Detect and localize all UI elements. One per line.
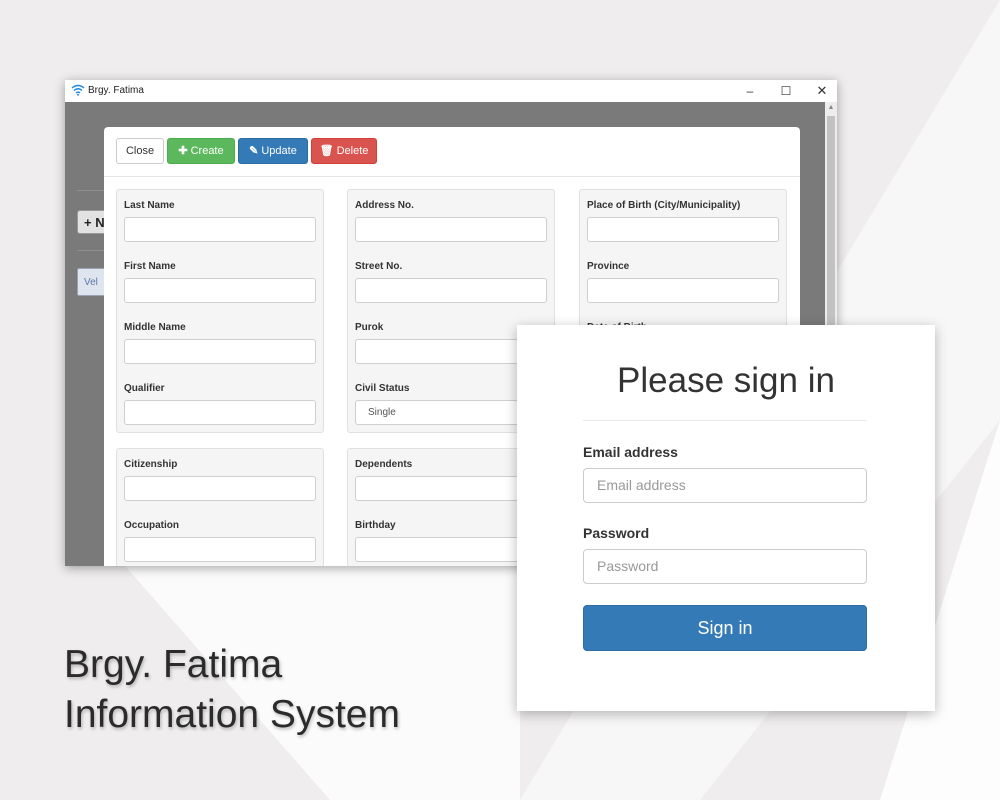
app-caption: Brgy. Fatima Information System — [64, 640, 400, 740]
first-name-input[interactable] — [124, 278, 316, 303]
place-of-birth-input[interactable] — [587, 217, 779, 242]
address-no-input[interactable] — [355, 217, 547, 242]
birthday-label: Birthday — [355, 520, 396, 531]
minimize-button[interactable]: – — [732, 80, 768, 102]
close-button-label: Close — [125, 145, 155, 157]
citizenship-fieldset: Citizenship Occupation — [116, 448, 324, 566]
province-label: Province — [587, 261, 630, 272]
last-name-label: Last Name — [124, 200, 175, 211]
toolbar-divider — [104, 176, 800, 177]
civil-status-label: Civil Status — [355, 383, 410, 394]
password-input[interactable]: Password — [583, 549, 867, 584]
password-label: Password — [583, 525, 650, 541]
first-name-label: First Name — [124, 261, 176, 272]
plus-icon: ✚ — [178, 145, 188, 157]
background-new-button: + N — [77, 210, 107, 234]
caption-line-2: Information System — [64, 693, 400, 736]
occupation-input[interactable] — [124, 537, 316, 562]
qualifier-label: Qualifier — [124, 383, 165, 394]
update-button[interactable]: ✎ Update — [238, 138, 308, 164]
occupation-label: Occupation — [124, 520, 180, 531]
qualifier-input[interactable] — [124, 400, 316, 425]
signin-heading: Please sign in — [617, 361, 835, 400]
update-button-label: Update — [261, 145, 297, 157]
close-button[interactable]: Close — [116, 138, 164, 164]
delete-button[interactable]: 🗑 Delete — [311, 138, 377, 164]
name-fieldset: Last Name First Name Middle Name Qualifi… — [116, 189, 324, 433]
dependents-label: Dependents — [355, 459, 413, 470]
scroll-up-arrow-icon[interactable]: ▲ — [825, 102, 837, 114]
background-tab: Vel — [77, 268, 107, 296]
address-no-label: Address No. — [355, 200, 414, 211]
middle-name-label: Middle Name — [124, 322, 186, 333]
signin-divider — [583, 420, 867, 421]
citizenship-label: Citizenship — [124, 459, 178, 470]
caption-line-1: Brgy. Fatima — [64, 643, 283, 686]
divider — [77, 190, 107, 191]
close-window-button[interactable]: ✕ — [804, 80, 837, 102]
last-name-input[interactable] — [124, 217, 316, 242]
trash-icon: 🗑 — [319, 145, 334, 157]
street-no-label: Street No. — [355, 261, 403, 272]
wifi-icon — [71, 84, 85, 96]
email-input[interactable]: Email address — [583, 468, 867, 503]
middle-name-input[interactable] — [124, 339, 316, 364]
title-bar: Brgy. Fatima – ☐ ✕ — [65, 80, 837, 102]
citizenship-input[interactable] — [124, 476, 316, 501]
window-title: Brgy. Fatima — [88, 85, 144, 96]
purok-label: Purok — [355, 322, 384, 333]
pencil-icon: ✎ — [249, 145, 259, 157]
province-input[interactable] — [587, 278, 779, 303]
create-button-label: Create — [190, 145, 224, 157]
delete-button-label: Delete — [336, 145, 369, 157]
sign-in-button[interactable]: Sign in — [583, 605, 867, 651]
divider — [77, 250, 107, 251]
place-of-birth-label: Place of Birth (City/Municipality) — [587, 200, 741, 211]
create-button[interactable]: ✚ Create — [167, 138, 235, 164]
signin-card: Please sign in Email address Email addre… — [517, 325, 935, 711]
email-label: Email address — [583, 444, 678, 460]
maximize-button[interactable]: ☐ — [768, 80, 804, 102]
street-no-input[interactable] — [355, 278, 547, 303]
